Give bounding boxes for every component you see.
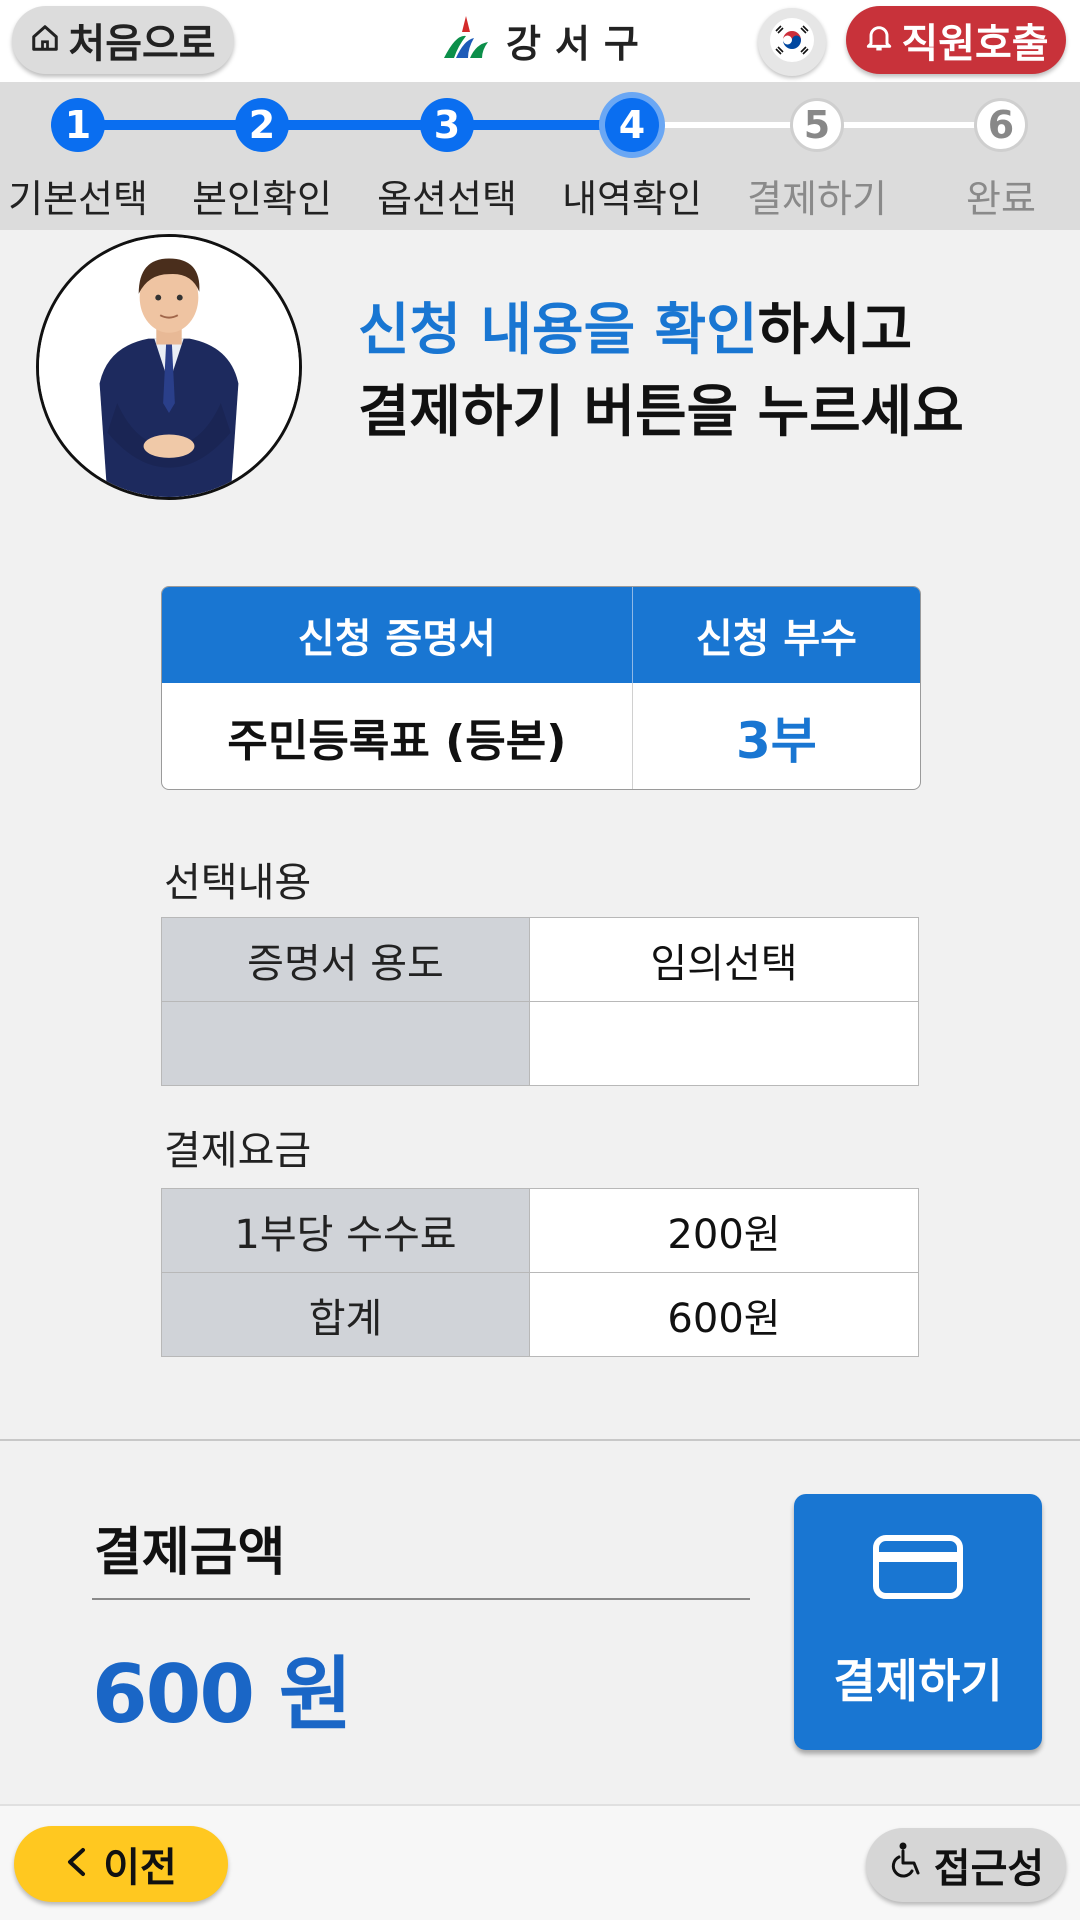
accessibility-label: 접근성 — [933, 1846, 1045, 1892]
bell-icon — [863, 17, 895, 63]
table-row — [161, 1001, 919, 1086]
chevron-left-icon — [65, 1841, 87, 1887]
pay-button[interactable]: 결제하기 — [794, 1494, 1042, 1750]
section-divider — [0, 1439, 1080, 1441]
certificate-table-row: 주민등록표 (등본) 3부 — [162, 683, 920, 789]
certificate-summary-table: 신청 증명서 신청 부수 주민등록표 (등본) 3부 — [161, 586, 921, 790]
fee-key: 합계 — [161, 1272, 530, 1357]
selection-key: 증명서 용도 — [161, 917, 530, 1002]
selection-key — [161, 1001, 530, 1086]
credit-card-icon — [872, 1534, 964, 1611]
instruction-highlight: 신청 내용을 확인 — [358, 298, 758, 363]
step-3: 3 옵션선택 — [362, 82, 532, 223]
step-5: 5 결제하기 — [732, 82, 902, 223]
logo-text: 강서구 — [506, 21, 653, 66]
step-6: 6 완료 — [916, 82, 1080, 223]
wheelchair-icon — [888, 1841, 926, 1889]
fee-value: 200원 — [529, 1188, 919, 1273]
previous-button[interactable]: 이전 — [14, 1826, 228, 1902]
step-number: 2 — [235, 98, 289, 152]
pay-button-label: 결제하기 — [833, 1653, 1003, 1708]
header-certificate: 신청 증명서 — [162, 587, 633, 683]
fee-value: 600원 — [529, 1272, 919, 1357]
home-icon — [30, 17, 60, 63]
guide-avatar-illustration — [39, 237, 299, 497]
progress-stepper: 1 기본선택 2 본인확인 3 옵션선택 4 내역확인 5 결제하기 6 완료 — [0, 82, 1080, 230]
table-row: 합계 600원 — [161, 1272, 919, 1357]
home-button[interactable]: 처음으로 — [12, 6, 234, 74]
fees-title: 결제요금 — [164, 1128, 312, 1174]
previous-label: 이전 — [103, 1845, 177, 1891]
gangseo-emblem-icon — [440, 12, 492, 68]
step-label: 기본선택 — [8, 177, 148, 221]
guide-avatar — [36, 234, 302, 500]
table-row: 1부당 수수료 200원 — [161, 1188, 919, 1273]
instruction-line2: 결제하기 버튼을 누르세요 — [358, 380, 964, 445]
certificate-table-header: 신청 증명서 신청 부수 — [162, 587, 920, 683]
step-label: 옵션선택 — [377, 177, 517, 221]
selection-value — [529, 1001, 919, 1086]
step-label: 본인확인 — [192, 177, 332, 221]
footer: 이전 접근성 — [0, 1804, 1080, 1920]
step-number: 6 — [974, 98, 1028, 152]
step-number: 3 — [420, 98, 474, 152]
header-copies: 신청 부수 — [695, 616, 857, 662]
certificate-name: 주민등록표 (등본) — [162, 683, 633, 789]
fees-table: 1부당 수수료 200원 합계 600원 — [161, 1188, 919, 1357]
fee-key: 1부당 수수료 — [161, 1188, 530, 1273]
step-number: 1 — [51, 98, 105, 152]
step-4: 4 내역확인 — [547, 82, 717, 223]
payment-amount-label: 결제금액 — [94, 1523, 286, 1583]
language-button[interactable] — [758, 8, 826, 76]
step-label: 결제하기 — [747, 177, 887, 221]
step-2: 2 본인확인 — [177, 82, 347, 223]
header: 처음으로 강서구 직원호출 — [0, 0, 1080, 82]
korea-flag-icon — [769, 17, 815, 67]
step-number: 4 — [605, 98, 659, 152]
gangseo-logo: 강서구 — [440, 10, 653, 70]
accessibility-button[interactable]: 접근성 — [866, 1828, 1066, 1902]
selection-value: 임의선택 — [529, 917, 919, 1002]
step-1: 1 기본선택 — [0, 82, 163, 223]
payment-amount: 600 원 — [92, 1648, 352, 1741]
step-number: 5 — [790, 98, 844, 152]
selection-title: 선택내용 — [164, 860, 312, 906]
table-row: 증명서 용도 임의선택 — [161, 917, 919, 1002]
staff-call-label: 직원호출 — [901, 21, 1049, 67]
instruction-text: 신청 내용을 확인하시고 결제하기 버튼을 누르세요 — [358, 290, 1038, 454]
staff-call-button[interactable]: 직원호출 — [846, 6, 1066, 74]
instruction-line1-rest: 하시고 — [757, 298, 913, 363]
step-label: 완료 — [966, 177, 1036, 221]
home-label: 처음으로 — [68, 21, 216, 67]
payment-divider — [92, 1598, 750, 1600]
selection-table: 증명서 용도 임의선택 — [161, 917, 919, 1086]
copies-count: 3부 — [735, 712, 817, 770]
step-label: 내역확인 — [562, 177, 702, 221]
